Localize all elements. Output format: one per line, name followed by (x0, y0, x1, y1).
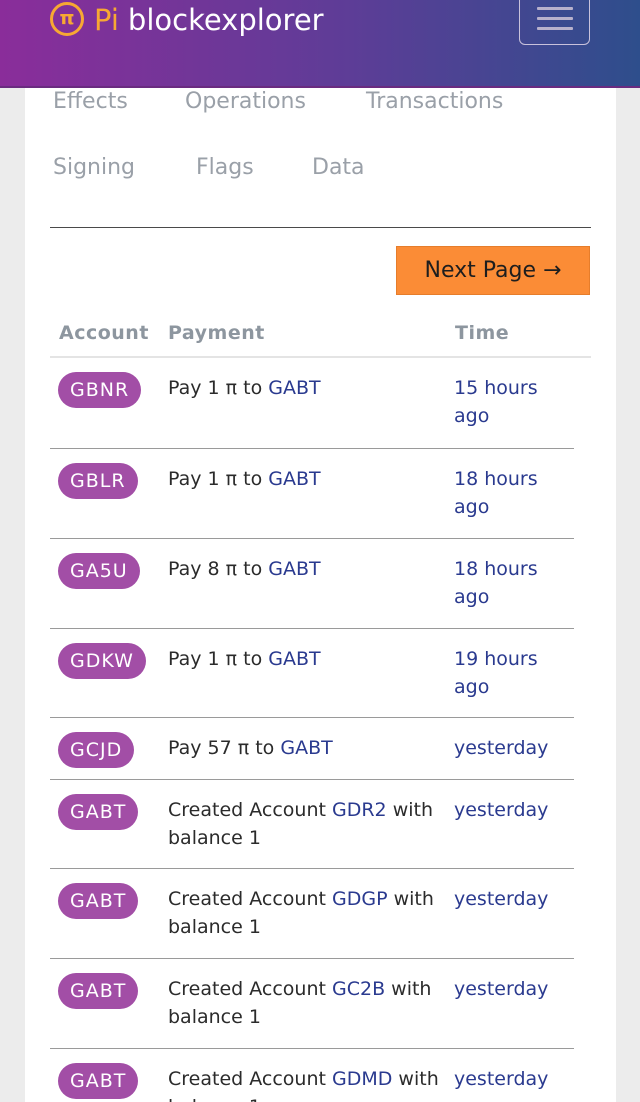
payment-prefix: Pay 1 π to (168, 648, 269, 670)
account-badge[interactable]: GBNR (58, 372, 142, 408)
column-header-time: Time (455, 322, 510, 344)
destination-account-link[interactable]: GABT (268, 377, 320, 399)
hamburger-line-icon (537, 7, 573, 10)
payment-text: Pay 57 π to GABT (168, 734, 448, 762)
payment-prefix: Created Account (168, 888, 332, 910)
time-link[interactable]: yesterday (454, 1065, 564, 1093)
account-badge[interactable]: GABT (58, 883, 139, 919)
account-badge[interactable]: GABT (58, 973, 139, 1009)
payment-prefix: Pay 8 π to (168, 558, 269, 580)
column-header-account: Account (59, 322, 149, 344)
column-header-payment: Payment (168, 322, 265, 344)
tab-effects[interactable]: Effects (53, 89, 128, 114)
table-row: GABT Created Account GDMD with balance 1… (50, 1049, 574, 1102)
brand-prefix: Pi (94, 3, 119, 37)
tab-data[interactable]: Data (312, 155, 365, 180)
created-account-link[interactable]: GDMD (332, 1068, 392, 1090)
table-row: GCJD Pay 57 π to GABT yesterday (50, 718, 574, 780)
created-account-link[interactable]: GDR2 (332, 799, 387, 821)
payment-text: Pay 1 π to GABT (168, 645, 448, 673)
tab-flags[interactable]: Flags (196, 155, 254, 180)
account-badge[interactable]: GABT (58, 794, 139, 830)
table-row: GABT Created Account GDR2 with balance 1… (50, 780, 574, 869)
tabs-divider (50, 227, 591, 228)
payment-text: Created Account GDMD with balance 1 (168, 1065, 448, 1102)
table-row: GBLR Pay 1 π to GABT 18 hours ago (50, 449, 574, 539)
time-link[interactable]: yesterday (454, 734, 564, 762)
tab-operations[interactable]: Operations (185, 89, 306, 114)
created-account-link[interactable]: GC2B (332, 978, 385, 1000)
pi-logo-icon[interactable]: π (50, 2, 84, 36)
time-link[interactable]: yesterday (454, 885, 564, 913)
time-link[interactable]: 15 hours ago (454, 374, 564, 430)
next-page-button[interactable]: Next Page → (396, 246, 590, 295)
time-link[interactable]: yesterday (454, 975, 564, 1003)
time-link[interactable]: 18 hours ago (454, 465, 564, 521)
payment-text: Pay 1 π to GABT (168, 465, 448, 493)
brand-title[interactable]: Pi blockexplorer (94, 0, 324, 40)
time-link[interactable]: 18 hours ago (454, 555, 564, 611)
table-row: GDKW Pay 1 π to GABT 19 hours ago (50, 629, 574, 718)
payment-text: Created Account GDGP with balance 1 (168, 885, 448, 941)
destination-account-link[interactable]: GABT (268, 468, 320, 490)
account-badge[interactable]: GCJD (58, 732, 135, 768)
hamburger-menu-button[interactable] (519, 0, 590, 45)
time-link[interactable]: yesterday (454, 796, 564, 824)
account-badge[interactable]: GABT (58, 1063, 139, 1099)
destination-account-link[interactable]: GABT (268, 558, 320, 580)
account-badge[interactable]: GDKW (58, 643, 146, 679)
destination-account-link[interactable]: GABT (280, 737, 332, 759)
tab-signing[interactable]: Signing (53, 155, 135, 180)
payment-prefix: Created Account (168, 1068, 332, 1090)
destination-account-link[interactable]: GABT (268, 648, 320, 670)
tab-transactions[interactable]: Transactions (366, 89, 503, 114)
table-row: GBNR Pay 1 π to GABT 15 hours ago (50, 358, 574, 449)
payment-prefix: Created Account (168, 978, 332, 1000)
brand-name: blockexplorer (127, 3, 324, 37)
table-row: GABT Created Account GC2B with balance 1… (50, 959, 574, 1049)
payment-text: Pay 1 π to GABT (168, 374, 448, 402)
account-badge[interactable]: GA5U (58, 553, 140, 589)
table-row: GA5U Pay 8 π to GABT 18 hours ago (50, 539, 574, 629)
hamburger-line-icon (537, 17, 573, 20)
payment-prefix: Pay 57 π to (168, 737, 281, 759)
payment-prefix: Created Account (168, 799, 332, 821)
account-badge[interactable]: GBLR (58, 463, 138, 499)
payment-prefix: Pay 1 π to (168, 468, 269, 490)
payment-prefix: Pay 1 π to (168, 377, 269, 399)
payment-text: Pay 8 π to GABT (168, 555, 448, 583)
hamburger-line-icon (537, 27, 573, 30)
table-row: GABT Created Account GDGP with balance 1… (50, 869, 574, 959)
created-account-link[interactable]: GDGP (332, 888, 388, 910)
payment-text: Created Account GC2B with balance 1 (168, 975, 448, 1031)
payment-text: Created Account GDR2 with balance 1 (168, 796, 448, 852)
time-link[interactable]: 19 hours ago (454, 645, 564, 701)
top-header: π Pi blockexplorer (0, 0, 640, 88)
